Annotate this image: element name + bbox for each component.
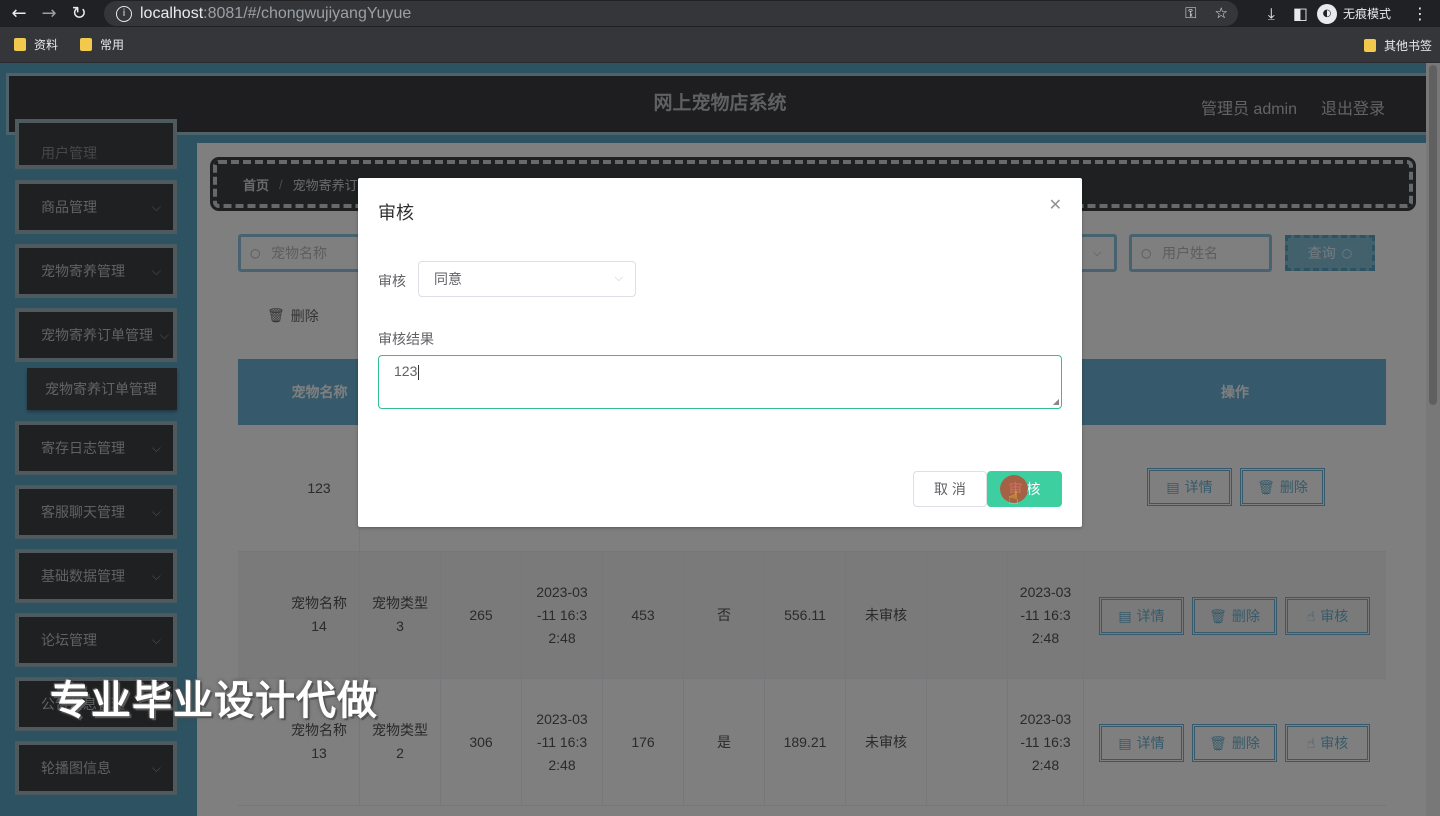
text-caret — [418, 364, 420, 380]
address-bar[interactable]: i localhost:8081/#/chongwujiyangYuyue ⚿ … — [104, 1, 1238, 26]
result-textarea[interactable]: 123 ◢ — [378, 355, 1062, 409]
review-dialog: 审核 ✕ 审核 同意 ⌵ 审核结果 123 ◢ 取 消 审 核 — [358, 178, 1082, 527]
close-icon[interactable]: ✕ — [1049, 195, 1062, 214]
result-label: 审核结果 — [378, 331, 434, 347]
forward-icon[interactable]: → — [38, 3, 60, 25]
url-text: localhost:8081/#/chongwujiyangYuyue — [140, 4, 412, 22]
other-bookmarks[interactable]: 其他书签 — [1363, 37, 1432, 54]
bookmark-folder[interactable]: 资料 — [14, 36, 58, 53]
bookmarks-bar: 资料 常用 其他书签 — [0, 27, 1440, 63]
site-info-icon[interactable]: i — [116, 5, 132, 22]
sidepanel-icon[interactable]: ◧ — [1293, 4, 1308, 23]
bookmark-folder[interactable]: 常用 — [80, 36, 124, 53]
download-icon[interactable]: ⤓ — [1268, 4, 1275, 24]
watermark: 专业毕业设计代做 — [50, 679, 378, 723]
review-label: 审核 — [378, 273, 406, 289]
chevron-down-icon: ⌵ — [614, 271, 623, 284]
incognito-icon: ◐ — [1316, 3, 1337, 24]
resize-handle-icon[interactable]: ◢ — [1053, 397, 1059, 406]
review-select[interactable]: 同意 ⌵ — [418, 261, 636, 297]
hand-cursor-icon: ☝ — [1008, 488, 1019, 509]
key-icon[interactable]: ⚿ — [1185, 4, 1196, 22]
folder-icon — [1363, 39, 1376, 52]
folder-icon — [14, 38, 26, 51]
menu-icon[interactable]: ⋮ — [1412, 4, 1428, 23]
back-icon[interactable]: ← — [8, 3, 30, 25]
star-icon[interactable]: ☆ — [1215, 4, 1228, 22]
cancel-button[interactable]: 取 消 — [913, 471, 987, 507]
incognito-indicator[interactable]: ◐ 无痕模式 — [1316, 3, 1391, 24]
dialog-title: 审核 — [378, 203, 414, 223]
browser-toolbar: ← → ↻ i localhost:8081/#/chongwujiyangYu… — [0, 0, 1440, 27]
reload-icon[interactable]: ↻ — [68, 3, 90, 25]
folder-icon — [80, 38, 93, 51]
